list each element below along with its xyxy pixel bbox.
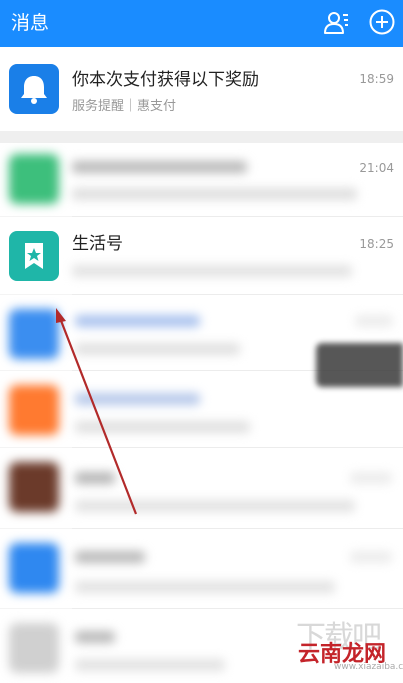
star-bookmark-icon [9,231,59,281]
blurred-avatar [9,385,59,435]
watermark: 下载吧 云南龙网 www.xiazaiba.com [290,610,403,672]
floating-edit-button[interactable] [316,343,403,387]
message-item-blurred[interactable]: 21:04 [0,143,403,216]
blurred-subtitle [72,188,357,200]
blurred-title [72,161,247,173]
blurred-title [75,631,115,643]
message-item-payment-reward[interactable]: 你本次支付获得以下奖励 服务提醒｜惠支付 18:59 [0,47,403,131]
section-gap [0,131,403,143]
blurred-avatar [9,462,59,512]
message-item-blurred[interactable] [0,529,403,608]
blurred-avatar [9,543,59,593]
message-title: 你本次支付获得以下奖励 [72,70,259,90]
blurred-subtitle [75,421,250,433]
blurred-time [355,315,393,327]
blurred-subtitle [75,343,240,355]
blurred-title [75,393,200,405]
contacts-icon[interactable] [322,9,350,37]
watermark-url: www.xiazaiba.com [334,662,403,672]
blurred-subtitle [75,659,225,671]
bell-icon [9,64,59,114]
message-item-blurred[interactable] [0,448,403,528]
message-item-life-account[interactable]: 生活号 18:25 [0,217,403,294]
blurred-title [75,551,145,563]
blurred-avatar [9,309,59,359]
top-bar: 消息 [0,0,403,47]
message-time: 18:25 [359,237,394,251]
blurred-avatar [9,623,59,673]
message-time: 18:59 [359,72,394,86]
message-subtitle: 服务提醒｜惠支付 [72,99,177,114]
blurred-subtitle [75,581,335,593]
message-time: 21:04 [359,161,394,175]
blurred-title [75,315,200,327]
page-title: 消息 [11,12,50,34]
blurred-title [75,472,115,484]
blurred-avatar [9,154,59,204]
message-title: 生活号 [72,234,123,254]
plus-circle-icon[interactable] [368,8,396,36]
blurred-time [350,472,392,484]
blurred-subtitle [75,500,355,512]
blurred-subtitle [72,265,352,277]
blurred-time [350,551,392,563]
